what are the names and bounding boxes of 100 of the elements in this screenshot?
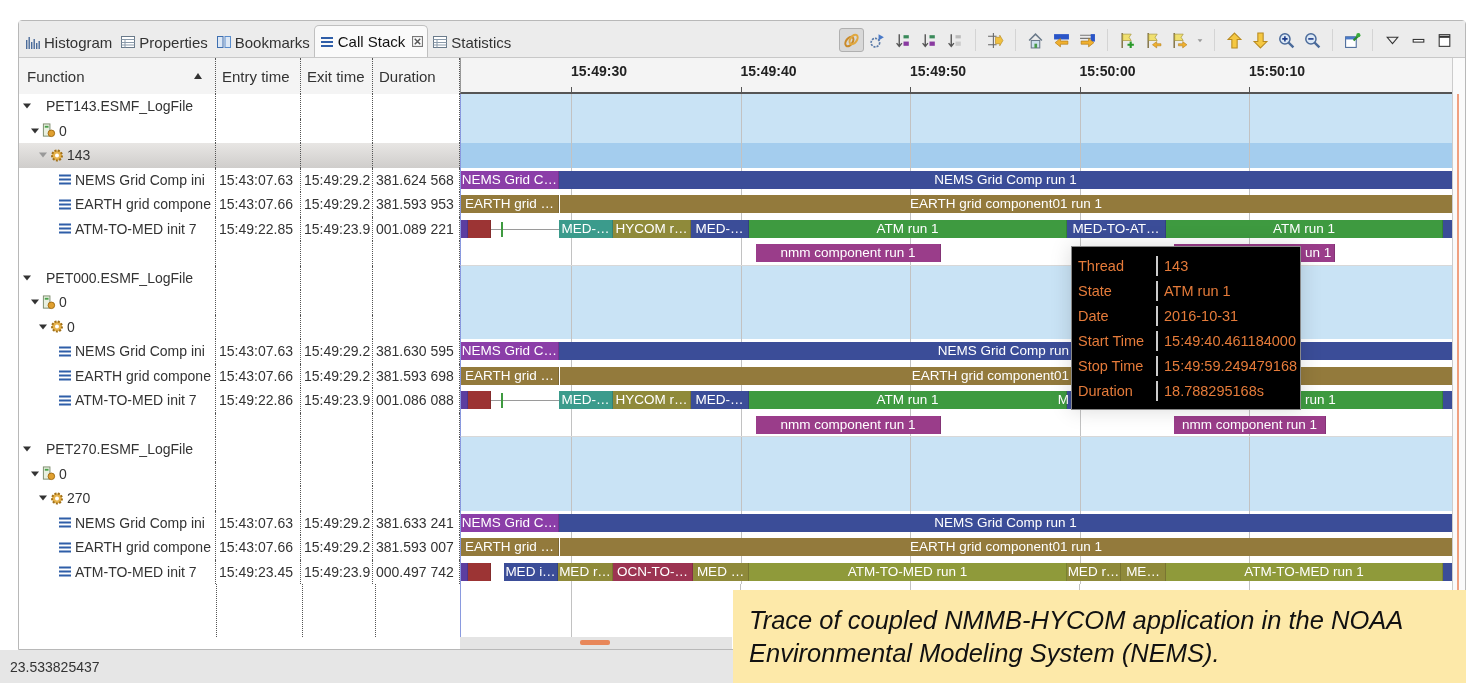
event-label: un 1 xyxy=(1305,244,1332,262)
event-bar[interactable] xyxy=(468,562,491,581)
event-bar[interactable]: nmm component run 1 xyxy=(756,244,941,262)
event-bar[interactable]: MED r… xyxy=(558,562,613,581)
event-bar[interactable]: EARTH grid … xyxy=(461,366,559,385)
view-tab[interactable]: Call Stack xyxy=(313,25,429,57)
expand-arrow-icon[interactable] xyxy=(23,273,31,282)
tooltip-label: Stop Time xyxy=(1078,356,1145,376)
event-bar[interactable]: ATM run 1 xyxy=(1166,219,1443,238)
event-bar[interactable] xyxy=(1443,562,1452,581)
process-icon xyxy=(42,294,56,310)
gear-icon xyxy=(50,490,64,506)
table-cell: 001.089 221 xyxy=(376,220,454,237)
view-tab[interactable]: Statistics xyxy=(428,27,516,57)
tooltip-label: State xyxy=(1078,281,1113,301)
event-bar[interactable]: EARTH grid component01 run 1 xyxy=(560,195,1452,213)
expand-arrow-icon[interactable] xyxy=(39,322,47,331)
table-cell: 15:49:29.2 xyxy=(304,367,371,384)
event-label: NEMS Grid Comp run xyxy=(937,342,1069,360)
event-bar[interactable]: NEMS Grid Comp run 1 xyxy=(559,513,1452,532)
event-bar[interactable]: MED-TO-AT… xyxy=(1067,219,1166,238)
table-cell: 381.633 241 xyxy=(376,514,454,531)
caption-text: Trace of coupled NMMB-HYCOM application in the NOAA Environmental Modeling System (NEMS). xyxy=(749,606,1403,667)
tooltip-value: 143 xyxy=(1156,255,1298,276)
event-label: run 1 xyxy=(1305,391,1336,409)
tree-label: ATM-TO-MED init 7 xyxy=(75,563,197,580)
tree-label: ATM-TO-MED init 7 xyxy=(75,392,197,409)
status-text: 23.533825437 xyxy=(10,658,100,675)
tree-label: EARTH grid compone xyxy=(75,539,211,556)
column-header[interactable]: Entry time xyxy=(216,58,301,94)
process-icon xyxy=(42,123,56,139)
tree-label: PET270.ESMF_LogFile xyxy=(46,441,194,458)
tooltip-label: Thread xyxy=(1078,256,1125,276)
event-bar[interactable]: EARTH grid … xyxy=(461,195,559,213)
event-bar[interactable]: MED-… xyxy=(559,391,613,409)
expand-arrow-icon[interactable] xyxy=(23,445,31,454)
event-bar[interactable]: EARTH grid … xyxy=(461,538,559,556)
tree-label: NEMS Grid Comp ini xyxy=(75,171,205,188)
view-tab[interactable]: Properties xyxy=(116,27,212,57)
event-bar[interactable]: MED r… xyxy=(1067,562,1121,581)
time-tick-label: 15:49:40 xyxy=(740,63,797,79)
table-cell: 15:43:07.66 xyxy=(219,196,293,213)
expand-arrow-icon[interactable] xyxy=(39,494,47,503)
stack-frame-icon xyxy=(58,564,72,580)
table-cell: 15:43:07.66 xyxy=(219,367,293,384)
event-bar[interactable]: MED-… xyxy=(559,219,613,238)
table-cell: 15:49:23.9 xyxy=(304,220,371,237)
column-header[interactable]: Function xyxy=(19,58,216,94)
table-cell: 15:49:29.2 xyxy=(304,171,371,188)
tree-row[interactable]: 143 xyxy=(19,143,460,168)
close-icon[interactable] xyxy=(412,36,424,47)
time-tick-label: 15:49:30 xyxy=(571,63,628,79)
event-bar[interactable] xyxy=(468,219,491,238)
event-bar[interactable]: MED-… xyxy=(691,219,749,238)
event-bar[interactable]: MED i… xyxy=(504,562,558,581)
event-bar[interactable]: OCN-TO-… xyxy=(613,562,693,581)
time-tick-label: 15:50:00 xyxy=(1079,63,1136,79)
tree-label: 0 xyxy=(59,294,67,311)
table-cell: 381.624 568 xyxy=(376,171,454,188)
event-bar[interactable]: nmm component run 1 xyxy=(1174,415,1326,434)
event-bar[interactable]: ME… xyxy=(1121,562,1166,581)
event-bar[interactable]: HYCOM r… xyxy=(613,219,691,238)
view-tab[interactable]: Histogram xyxy=(21,27,117,57)
event-bar[interactable]: MED … xyxy=(693,562,749,581)
event-bar[interactable]: ATM run 1 xyxy=(749,219,1067,238)
table-cell: 381.593 007 xyxy=(376,539,454,556)
event-bar[interactable]: NEMS Grid C… xyxy=(461,513,559,532)
tooltip-value: ATM run 1 xyxy=(1156,280,1298,301)
event-bar[interactable] xyxy=(461,219,468,238)
horizontal-scrollbar[interactable] xyxy=(460,637,732,649)
column-header[interactable]: Exit time xyxy=(301,58,373,94)
table-cell: 15:49:23.9 xyxy=(304,392,371,409)
event-bar[interactable] xyxy=(1443,219,1452,238)
expand-arrow-icon[interactable] xyxy=(31,126,39,135)
event-bar[interactable]: NEMS Grid C… xyxy=(461,170,559,189)
event-bar[interactable] xyxy=(461,562,468,581)
event-bar[interactable]: nmm component run 1 xyxy=(756,415,941,434)
event-bar[interactable]: NEMS Grid C… xyxy=(461,342,559,360)
view-tab[interactable]: Bookmarks xyxy=(211,27,314,57)
expand-arrow-icon[interactable] xyxy=(23,102,31,111)
table-icon xyxy=(432,34,449,50)
vertical-scrollbar[interactable] xyxy=(1452,58,1465,590)
process-icon xyxy=(42,466,56,482)
expand-arrow-icon[interactable] xyxy=(31,469,39,478)
table-cell: 381.630 595 xyxy=(376,343,454,360)
tooltip-label: Date xyxy=(1078,306,1110,326)
event-label: EARTH grid component01 xyxy=(911,366,1069,385)
stack-frame-icon xyxy=(58,368,72,384)
tooltip-value: 2016-10-31 xyxy=(1156,305,1298,326)
event-bar[interactable]: EARTH grid component01 run 1 xyxy=(560,538,1452,556)
event-bar[interactable]: HYCOM r… xyxy=(613,391,691,409)
tree-label: 0 xyxy=(59,122,67,139)
table-cell: 15:43:07.63 xyxy=(219,171,293,188)
event-label: M xyxy=(1057,391,1069,409)
event-bar[interactable]: MED-… xyxy=(691,391,749,409)
histogram-icon xyxy=(25,34,41,50)
time-tick-label: 15:49:50 xyxy=(910,63,967,79)
event-bar[interactable]: NEMS Grid Comp run 1 xyxy=(559,170,1452,189)
table-cell: 000.497 742 xyxy=(376,563,454,580)
expand-arrow-icon[interactable] xyxy=(31,298,39,307)
